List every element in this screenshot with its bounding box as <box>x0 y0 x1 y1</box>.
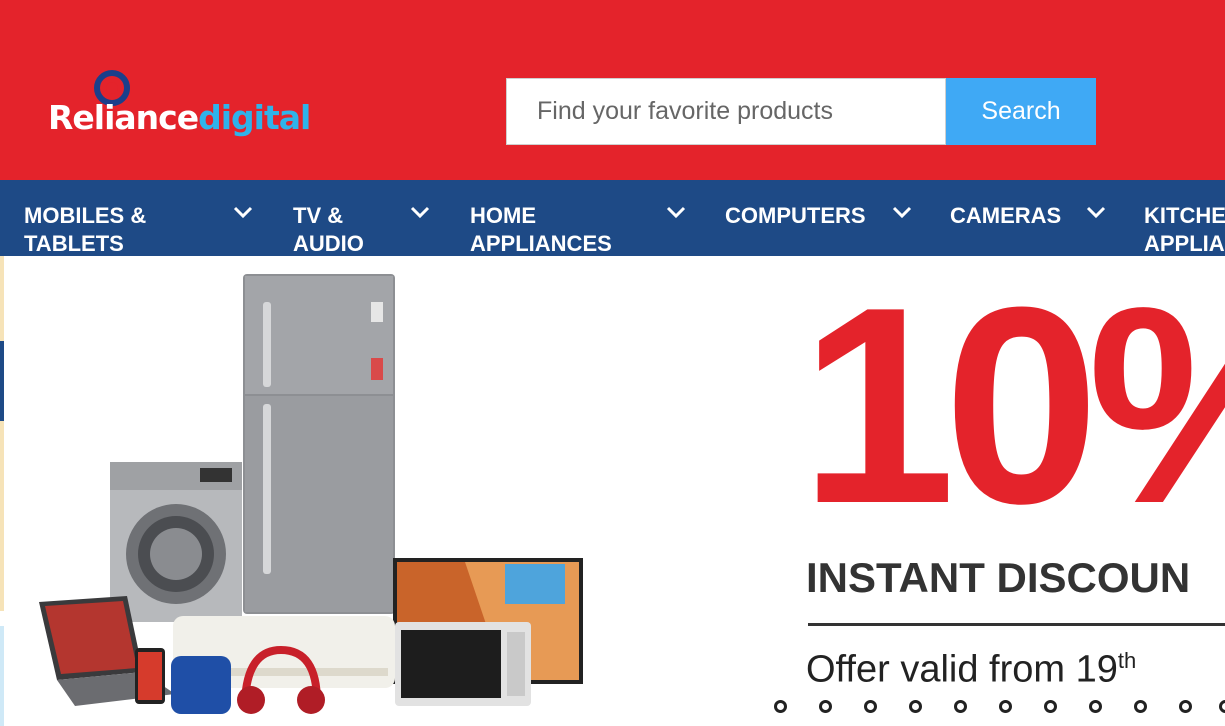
nav-item-label: KITCHEN APPLIANCES <box>1144 203 1225 256</box>
carousel-dot[interactable] <box>774 700 787 713</box>
promo-offer-text: Offer valid from 19th <box>806 648 1136 692</box>
carousel-dot[interactable] <box>1044 700 1057 713</box>
nav-item-kitchen-appliances[interactable]: KITCHEN APPLIANCES <box>1144 202 1225 256</box>
carousel-dot[interactable] <box>1134 700 1147 713</box>
carousel-dot[interactable] <box>999 700 1012 713</box>
chevron-down-icon <box>233 206 253 219</box>
chevron-down-icon <box>666 206 686 219</box>
logo-primary-text: Reliance <box>48 98 199 137</box>
carousel-dot[interactable] <box>819 700 832 713</box>
carousel-dot[interactable] <box>864 700 877 713</box>
chevron-down-icon <box>1086 206 1106 219</box>
nav-item-label: MOBILES & TABLETS <box>24 203 147 256</box>
carousel-dot-active[interactable] <box>1089 700 1102 713</box>
promo-headline: 10% <box>800 256 1225 562</box>
carousel-dot[interactable] <box>909 700 922 713</box>
nav-item-label: COMPUTERS <box>725 203 866 228</box>
logo-secondary-text: digital <box>198 98 311 137</box>
carousel-dot[interactable] <box>954 700 967 713</box>
slide-edge <box>0 341 4 421</box>
search-button[interactable]: Search <box>946 78 1096 145</box>
nav-item-label: HOME APPLIANCES <box>470 203 612 256</box>
category-nav: MOBILES & TABLETS TV & AUDIO HOME APPLIA… <box>0 180 1225 256</box>
reliance-digital-logo[interactable]: Reliancedigital <box>48 68 328 148</box>
offer-suffix: th <box>1117 648 1137 673</box>
promo-subhead: INSTANT DISCOUN <box>806 554 1191 601</box>
carousel-dots <box>774 700 1225 716</box>
search-input[interactable] <box>506 78 946 145</box>
logo-text: Reliancedigital <box>48 98 311 137</box>
nav-item-label: TV & AUDIO <box>293 203 364 256</box>
chevron-down-icon <box>410 206 430 219</box>
carousel-dot[interactable] <box>1179 700 1192 713</box>
site-header: Reliancedigital Search <box>0 0 1225 180</box>
promo-banner[interactable]: 10% INSTANT DISCOUN Offer valid from 19t… <box>0 256 1225 726</box>
chevron-down-icon <box>892 206 912 219</box>
carousel-dot[interactable] <box>1219 700 1225 713</box>
slide-edge <box>0 626 4 726</box>
slide-edge <box>0 421 4 611</box>
offer-prefix: Offer valid from 19 <box>806 648 1118 691</box>
promo-divider <box>808 623 1225 626</box>
slide-edge <box>0 256 4 341</box>
appliances-product-image <box>39 274 583 714</box>
nav-item-label: CAMERAS <box>950 203 1062 228</box>
